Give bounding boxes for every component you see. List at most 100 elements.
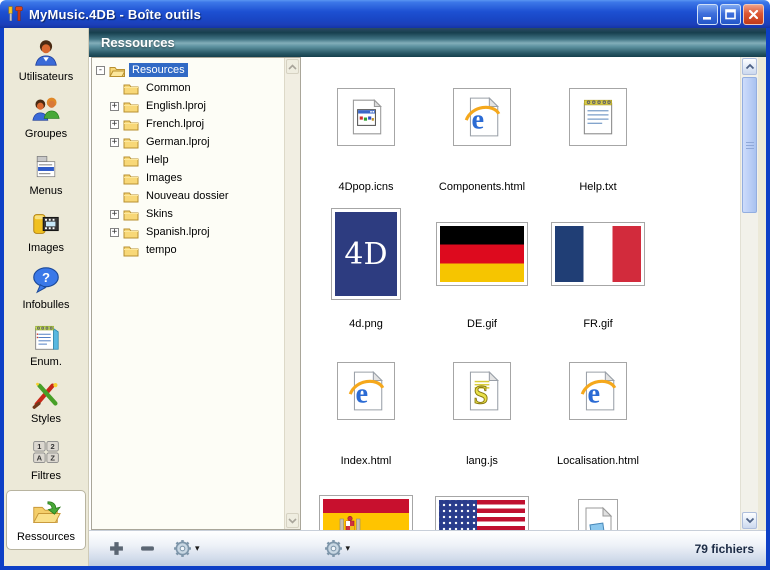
menu-list-icon [29,151,63,183]
folder-tree-panel: - Resources Common [91,57,301,530]
file-list-scrollbar[interactable] [740,57,758,530]
scroll-up-icon[interactable] [742,58,757,75]
scroll-up-icon[interactable] [286,59,299,74]
file-item[interactable]: 4D 4d.png [308,202,424,339]
expand-icon[interactable]: + [110,210,119,219]
file-item[interactable] [424,476,540,530]
svg-text:?: ? [42,270,50,285]
4d-logo-image: 4D [335,212,397,296]
category-sidebar: Utilisateurs Groupes [4,28,89,566]
tree-item-help[interactable]: Help [92,151,284,169]
scroll-down-icon[interactable] [286,513,299,528]
scroll-down-icon[interactable] [742,512,757,529]
tree-item-label: French.lproj [143,117,207,131]
minimize-button[interactable] [697,4,718,25]
folder-icon [123,82,139,95]
close-button[interactable] [743,4,764,25]
folder-arrow-icon [29,497,63,529]
tree-item-german-lproj[interactable]: + German.lproj [92,133,284,151]
expand-icon[interactable]: + [110,120,119,129]
file-name: Components.html [439,181,525,193]
file-item[interactable]: FR.gif [540,202,656,339]
options-menu-button[interactable]: ▾ [324,539,351,558]
tree-item-english-lproj[interactable]: + English.lproj [92,97,284,115]
tree-item-label: Skins [143,207,176,221]
film-roll-icon [29,208,63,240]
expand-icon[interactable]: + [110,228,119,237]
title-bar[interactable]: MyMusic.4DB - Boîte outils [0,0,770,28]
section-header: Ressources [89,28,766,57]
file-item[interactable]: e Localisation.html [540,339,656,476]
tree-item-label: English.lproj [143,99,209,113]
tree-item-nouveau-dossier[interactable]: Nouveau dossier [92,187,284,205]
file-item[interactable]: Help.txt [540,65,656,202]
file-item[interactable]: e Components.html [424,65,540,202]
sidebar-item-label: Menus [29,185,62,197]
tree-item-spanish-lproj[interactable]: + Spanish.lproj [92,223,284,241]
add-button[interactable] [107,539,126,558]
tree-scrollbar[interactable] [284,58,300,529]
folder-icon [123,100,139,113]
file-item[interactable]: 4Dpop.icns [308,65,424,202]
help-bubble-icon: ? [29,265,63,297]
tree-item-resources[interactable]: - Resources [92,61,284,79]
sidebar-item-ressources[interactable]: Ressources [6,490,86,550]
tree-item-french-lproj[interactable]: + French.lproj [92,115,284,133]
usa-flag-canton [439,500,477,530]
file-name: lang.js [466,455,498,467]
file-thumbnail [319,495,413,530]
gear-icon [173,539,192,558]
file-item[interactable] [308,476,424,530]
svg-text:2: 2 [51,442,55,451]
filter-keys-icon: 1 2 A Z [29,436,63,468]
france-flag-image [555,226,641,282]
sidebar-item-menus[interactable]: Menus [4,148,88,205]
actions-menu-button[interactable]: ▾ [173,539,200,558]
tree-item-images[interactable]: Images [92,169,284,187]
tree-item-tempo[interactable]: tempo [92,241,284,259]
maximize-button[interactable] [720,4,741,25]
file-item[interactable]: e Index.html [308,339,424,476]
tree-item-label: Spanish.lproj [143,225,213,239]
usa-flag-image [439,500,525,530]
file-name: Localisation.html [557,455,639,467]
text-file-icon [577,96,619,138]
4d-logo-text: 4D [344,237,387,272]
sidebar-item-label: Infobulles [22,299,69,311]
remove-button[interactable] [138,539,157,558]
folder-icon [123,154,139,167]
sidebar-item-infobulles[interactable]: ? Infobulles [4,262,88,319]
sidebar-item-images[interactable]: Images [4,205,88,262]
chevron-down-icon: ▾ [346,543,351,554]
expand-icon[interactable]: + [110,102,119,111]
file-name: 4Dpop.icns [338,181,393,193]
file-thumbnail [436,222,528,286]
collapse-expander-icon[interactable]: - [96,66,105,75]
sidebar-item-groupes[interactable]: Groupes [4,91,88,148]
file-item[interactable] [540,476,656,530]
file-thumbnail: 4D [331,208,401,300]
ie-html-icon: e [345,370,387,412]
sidebar-item-enum[interactable]: Enum. [4,319,88,376]
sidebar-item-utilisateurs[interactable]: Utilisateurs [4,34,88,91]
tree-item-label: Images [143,171,185,185]
scrollbar-thumb[interactable] [742,77,757,213]
sidebar-item-filtres[interactable]: 1 2 A Z Filtres [4,433,88,490]
file-list-panel: 4Dpop.icns e [301,57,740,530]
file-name: Help.txt [579,181,616,193]
gear-icon [324,539,343,558]
tree-item-label: Nouveau dossier [143,189,232,203]
sidebar-item-label: Styles [31,413,61,425]
tree-item-label: tempo [143,243,180,257]
sidebar-item-styles[interactable]: Styles [4,376,88,433]
tree-item-skins[interactable]: + Skins [92,205,284,223]
file-thumbnail: e [569,362,627,420]
file-thumbnail [569,88,627,146]
tree-item-common[interactable]: Common [92,79,284,97]
spain-flag-image [323,499,409,530]
ie-html-icon: e [461,96,503,138]
file-item[interactable]: S lang.js [424,339,540,476]
icns-icon [345,96,387,138]
file-item[interactable]: DE.gif [424,202,540,339]
expand-icon[interactable]: + [110,138,119,147]
